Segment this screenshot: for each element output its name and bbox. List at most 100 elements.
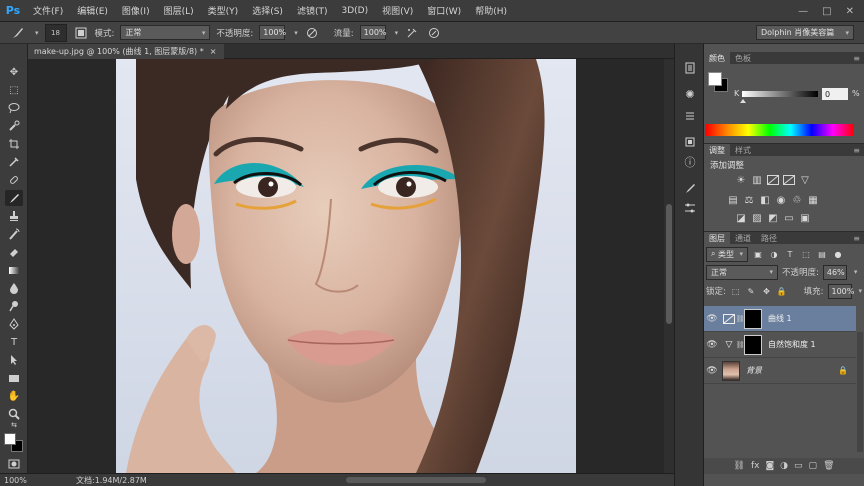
canvas-area[interactable] [28, 59, 664, 473]
black-white-icon[interactable]: ◧ [758, 194, 772, 206]
foreground-color-swatch[interactable] [4, 433, 16, 445]
layer-row-curves[interactable]: 👁 ⛓ 曲线 1 [704, 306, 856, 332]
close-button[interactable]: ✕ [846, 6, 854, 17]
curves-icon[interactable] [766, 174, 780, 186]
styles-panel-icon[interactable] [682, 108, 698, 124]
fill-slider-caret-icon[interactable]: ▾ [859, 287, 863, 295]
menu-help[interactable]: 帮助(H) [468, 4, 514, 17]
blur-tool-icon[interactable] [5, 280, 23, 296]
k-value-input[interactable]: 0 [822, 88, 848, 100]
brightness-contrast-icon[interactable]: ☀ [734, 174, 748, 186]
healing-brush-tool-icon[interactable] [5, 172, 23, 188]
tab-channels[interactable]: 通道 [730, 232, 756, 244]
filter-pixel-icon[interactable]: ▣ [752, 248, 764, 260]
eye-icon[interactable]: 👁 [704, 314, 720, 324]
gradient-map-icon[interactable]: ▭ [782, 212, 796, 224]
rectangle-tool-icon[interactable] [5, 370, 23, 386]
gradient-tool-icon[interactable] [5, 262, 23, 278]
menu-image[interactable]: 图像(I) [115, 4, 157, 17]
new-group-icon[interactable]: ▭ [794, 461, 803, 471]
filter-smart-object-icon[interactable]: ▤ [816, 248, 828, 260]
menu-view[interactable]: 视图(V) [375, 4, 420, 17]
flow-input[interactable]: 100% [359, 25, 387, 40]
color-spectrum[interactable] [706, 124, 854, 136]
path-selection-tool-icon[interactable] [5, 352, 23, 368]
lock-transparency-icon[interactable]: ⬚ [730, 285, 741, 297]
lock-all-icon[interactable]: 🔒 [776, 285, 787, 297]
pressure-size-icon[interactable] [426, 25, 442, 41]
blend-mode-dropdown[interactable]: 正常 ▾ [706, 264, 778, 280]
quick-mask-icon[interactable] [5, 456, 23, 472]
layer-filter-dropdown[interactable]: ⌕ 类型 ▾ [706, 246, 748, 262]
filter-toggle-icon[interactable]: ● [832, 248, 844, 260]
foreground-color-swatch[interactable] [708, 72, 722, 86]
swap-colors-icon[interactable]: ⇆ [5, 420, 23, 430]
eye-icon[interactable]: 👁 [704, 340, 720, 350]
hue-saturation-icon[interactable]: ▤ [726, 194, 740, 206]
dodge-tool-icon[interactable] [5, 298, 23, 314]
new-adjustment-layer-icon[interactable]: ◑ [780, 461, 788, 471]
eye-icon[interactable]: 👁 [704, 366, 720, 376]
opacity-input[interactable]: 100% [259, 25, 286, 40]
panel-menu-icon[interactable]: ≡ [853, 232, 864, 244]
vibrance-icon[interactable]: ▽ [798, 174, 812, 186]
link-icon[interactable]: ⛓ [736, 341, 745, 349]
menu-type[interactable]: 类型(Y) [201, 4, 246, 17]
posterize-icon[interactable]: ▨ [750, 212, 764, 224]
close-tab-icon[interactable]: × [210, 47, 217, 56]
invert-icon[interactable]: ◪ [734, 212, 748, 224]
channel-mixer-icon[interactable]: ♲ [790, 194, 804, 206]
lock-position-icon[interactable]: ✥ [761, 285, 772, 297]
k-slider[interactable] [742, 91, 818, 97]
workspace-dropdown[interactable]: Dolphin 肖像美容篇 ▾ [756, 25, 854, 40]
lasso-tool-icon[interactable] [5, 100, 23, 116]
history-panel-icon[interactable] [682, 60, 698, 76]
brush-panel-toggle-icon[interactable] [73, 25, 89, 41]
menu-layer[interactable]: 图层(L) [157, 4, 201, 17]
type-tool-icon[interactable]: T [5, 334, 23, 350]
photo-filter-icon[interactable]: ◉ [774, 194, 788, 206]
menu-edit[interactable]: 编辑(E) [70, 4, 115, 17]
filter-shape-icon[interactable]: ⬚ [800, 248, 812, 260]
add-mask-icon[interactable]: ◙ [765, 461, 774, 471]
adjustments-panel-icon[interactable]: ✺ [682, 86, 698, 102]
document-tab[interactable]: make-up.jpg @ 100% (曲线 1, 图层蒙版/8) * × [28, 44, 225, 59]
marquee-tool-icon[interactable]: ⬚ [5, 82, 23, 98]
layer-row-vibrance[interactable]: 👁 ▽ ⛓ 自然饱和度 1 [704, 332, 856, 358]
clone-stamp-tool-icon[interactable] [5, 208, 23, 224]
levels-icon[interactable]: ▥ [750, 174, 764, 186]
panel-menu-icon[interactable]: ≡ [853, 52, 864, 64]
layer-style-icon[interactable]: fx [751, 461, 760, 471]
history-brush-tool-icon[interactable] [5, 226, 23, 242]
tool-preset-caret-icon[interactable]: ▾ [35, 29, 39, 37]
channels-panel-icon[interactable] [682, 134, 698, 150]
brush-presets-panel-icon[interactable] [682, 180, 698, 196]
k-slider-knob[interactable] [740, 99, 746, 103]
link-icon[interactable]: ⛓ [736, 315, 745, 323]
tab-styles[interactable]: 样式 [730, 144, 756, 156]
filter-type-icon[interactable]: T [784, 248, 796, 260]
opacity-slider-caret-icon[interactable]: ▾ [854, 268, 858, 276]
layer-row-background[interactable]: 👁 背景 🔒 [704, 358, 856, 384]
filter-adjustment-icon[interactable]: ◑ [768, 248, 780, 260]
horizontal-scrollbar[interactable] [186, 476, 666, 484]
lock-pixels-icon[interactable]: ✎ [745, 285, 756, 297]
tab-swatches[interactable]: 色板 [730, 52, 756, 64]
quick-select-tool-icon[interactable] [5, 118, 23, 134]
mode-dropdown[interactable]: 正常 ▾ [120, 25, 211, 40]
crop-tool-icon[interactable] [5, 136, 23, 152]
airbrush-icon[interactable] [404, 25, 420, 41]
menu-file[interactable]: 文件(F) [26, 4, 70, 17]
move-tool-icon[interactable]: ✥ [5, 64, 23, 80]
panel-menu-icon[interactable]: ≡ [853, 144, 864, 156]
layers-scrollbar[interactable] [857, 332, 863, 452]
restore-button[interactable]: □ [822, 6, 831, 17]
link-layers-icon[interactable]: ⛓ [734, 461, 745, 471]
tab-adjustments[interactable]: 调整 [704, 144, 730, 156]
threshold-icon[interactable]: ◩ [766, 212, 780, 224]
fill-input[interactable]: 100% [827, 283, 854, 299]
brush-tool-icon[interactable] [5, 190, 23, 206]
layer-mask-thumbnail[interactable] [744, 334, 762, 355]
selective-color-icon[interactable]: ▣ [798, 212, 812, 224]
menu-window[interactable]: 窗口(W) [420, 4, 468, 17]
